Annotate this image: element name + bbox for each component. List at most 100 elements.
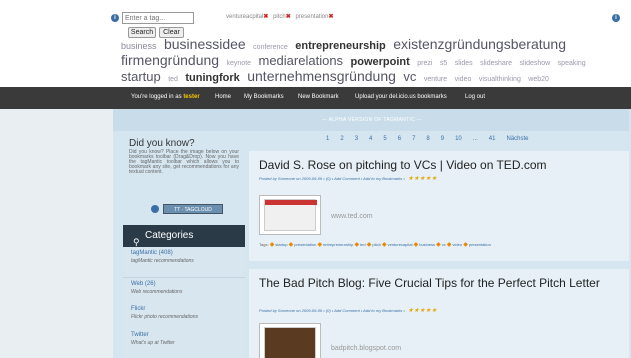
- categories-header: ⚲ Categories: [123, 225, 245, 247]
- post-tag[interactable]: presentation: [469, 242, 491, 247]
- post-thumbnail[interactable]: [259, 323, 321, 358]
- category-name[interactable]: Web (26): [131, 281, 237, 287]
- nav-new-bookmark[interactable]: New Bookmark: [298, 94, 339, 100]
- tag-input[interactable]: [122, 12, 194, 24]
- page-link[interactable]: 3: [355, 136, 358, 142]
- tag-cloud-item[interactable]: entrepreneurship: [295, 40, 385, 52]
- post-tag[interactable]: video: [453, 242, 463, 247]
- info-icon[interactable]: i: [111, 14, 119, 22]
- tag-cloud-item[interactable]: visualthinking: [479, 76, 521, 83]
- tag-icon: ◆: [317, 242, 323, 248]
- tag-search-area: i Search Clear ventureacpital✖ pitch✖ pr…: [0, 0, 631, 99]
- tag-cloud-item[interactable]: unternehmensgründung: [247, 68, 396, 84]
- thumbnail-image: [264, 327, 316, 358]
- tag-cloud-item[interactable]: keynote: [227, 60, 252, 67]
- active-tag[interactable]: presentation: [295, 14, 328, 20]
- search-button[interactable]: Search: [128, 27, 156, 38]
- category-item-tagmantic[interactable]: tagMantic (408) tagMantic recommendation…: [123, 247, 245, 278]
- tag-cloud-item[interactable]: business: [121, 41, 157, 51]
- did-you-know-title: Did you know?: [129, 138, 195, 149]
- category-desc: tagMantic recommendations: [131, 258, 194, 264]
- category-item-twitter[interactable]: Twitter What's up at Twitter: [123, 329, 245, 358]
- tag-cloud-item[interactable]: vc: [403, 69, 416, 84]
- nav-my-bookmarks[interactable]: My Bookmarks: [244, 94, 284, 100]
- remove-tag-icon[interactable]: ✖: [286, 14, 291, 20]
- post-thumbnail[interactable]: [259, 195, 321, 235]
- post-tag[interactable]: venturecapital: [388, 242, 413, 247]
- bookmark-post: The Bad Pitch Blog: Five Crucial Tips fo…: [249, 269, 629, 358]
- tag-cloud-item[interactable]: conference: [253, 44, 288, 51]
- post-tag[interactable]: ted: [360, 242, 366, 247]
- thumbnail-image: [264, 199, 317, 231]
- tag-icon: ◆: [413, 242, 419, 248]
- tag-cloud-item[interactable]: tuningfork: [185, 72, 239, 84]
- rating-stars[interactable]: ★★★★★: [408, 308, 437, 314]
- tag-cloud-item[interactable]: web20: [528, 76, 549, 83]
- remove-tag-icon[interactable]: ✖: [263, 14, 268, 20]
- tag-cloud-item[interactable]: slideshare: [480, 60, 512, 67]
- active-tag[interactable]: pitch: [273, 14, 286, 20]
- tag-icon: ◆: [354, 242, 360, 248]
- category-desc: What's up at Twitter: [131, 340, 175, 346]
- page-link[interactable]: 8: [426, 136, 429, 142]
- tag-icon: ◆: [288, 242, 294, 248]
- post-tag[interactable]: startup: [275, 242, 287, 247]
- page-link[interactable]: 2: [340, 136, 343, 142]
- nav-upload-bookmarks[interactable]: Upload your del.icio.us bookmarks: [355, 94, 447, 100]
- post-title[interactable]: The Bad Pitch Blog: Five Crucial Tips fo…: [259, 276, 624, 290]
- nav-logout[interactable]: Log out: [465, 94, 485, 100]
- page-link[interactable]: 4: [369, 136, 372, 142]
- tag-cloud-item[interactable]: startup: [121, 69, 161, 84]
- left-margin: [0, 109, 113, 358]
- username[interactable]: tester: [183, 94, 199, 100]
- category-name[interactable]: tagMantic (408): [131, 250, 237, 256]
- tag-cloud-item[interactable]: slideshow: [519, 60, 550, 67]
- post-tag[interactable]: business: [419, 242, 435, 247]
- active-tag[interactable]: ventureacpital: [226, 14, 263, 20]
- page-link[interactable]: 10: [455, 136, 462, 142]
- post-tag[interactable]: entrepreneurship: [323, 242, 353, 247]
- rating-stars[interactable]: ★★★★★: [408, 176, 437, 182]
- category-desc: Flickr photo recommendations: [131, 314, 198, 320]
- nav-home[interactable]: Home: [215, 94, 231, 100]
- tag-cloud-item[interactable]: businessidee: [164, 36, 246, 52]
- info-icon[interactable]: i: [612, 14, 620, 22]
- post-site[interactable]: www.ted.com: [331, 213, 373, 220]
- tag-cloud-item[interactable]: firmengründung: [121, 52, 219, 68]
- post-site[interactable]: badpitch.blogspot.com: [331, 345, 401, 352]
- tag-icon: ◆: [366, 242, 372, 248]
- page-link[interactable]: Nächste: [506, 136, 528, 142]
- tag-cloud-item[interactable]: mediarelations: [259, 53, 344, 68]
- post-tag[interactable]: pitch: [372, 242, 380, 247]
- tag-cloud-item[interactable]: ted: [168, 76, 178, 83]
- category-name[interactable]: Flickr: [131, 306, 237, 312]
- tags-label: Tags:: [259, 242, 269, 247]
- page-link[interactable]: ...: [473, 136, 478, 142]
- page-link[interactable]: 9: [441, 136, 444, 142]
- tag-cloud-item[interactable]: prezi: [417, 60, 432, 67]
- post-tag[interactable]: presentation: [294, 242, 316, 247]
- tag-cloud-item[interactable]: venture: [424, 76, 447, 83]
- login-status: You're logged in as tester: [131, 94, 200, 100]
- post-meta: Posted by Someone on 2009-09-09 • (0) • …: [259, 176, 438, 182]
- page-link[interactable]: 1: [326, 136, 329, 142]
- tag-icon: ◆: [446, 242, 452, 248]
- tag-cloud-item[interactable]: video: [455, 76, 472, 83]
- tag-icon: ◆: [463, 242, 468, 248]
- toolbar-bookmarklet[interactable]: TT · TAGCLOUD: [163, 204, 223, 214]
- page-link[interactable]: 6: [398, 136, 401, 142]
- tag-cloud-item[interactable]: existenzgründungsberatung: [393, 36, 566, 52]
- page-link[interactable]: 7: [412, 136, 415, 142]
- tag-cloud-item[interactable]: speaking: [558, 60, 586, 67]
- tag-cloud-item[interactable]: s5: [440, 60, 447, 67]
- remove-tag-icon[interactable]: ✖: [328, 14, 333, 20]
- bookmark-post: David S. Rose on pitching to VCs | Video…: [249, 151, 629, 261]
- post-title[interactable]: David S. Rose on pitching to VCs | Video…: [259, 158, 624, 172]
- page-link[interactable]: 5: [383, 136, 386, 142]
- post-tag[interactable]: vc: [442, 242, 446, 247]
- tag-icon: ◆: [269, 242, 275, 248]
- page-link[interactable]: 41: [489, 136, 496, 142]
- category-name[interactable]: Twitter: [131, 332, 237, 338]
- tag-cloud-item[interactable]: slides: [455, 60, 473, 67]
- tag-cloud-item[interactable]: powerpoint: [351, 56, 410, 68]
